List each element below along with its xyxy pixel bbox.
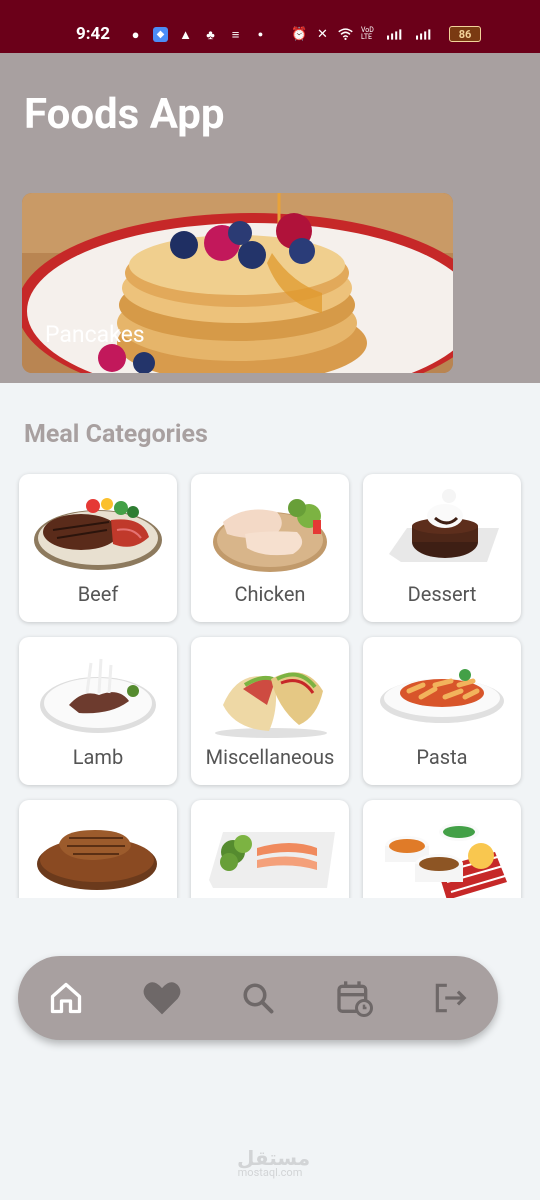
nav-favorites-button[interactable] [140, 976, 184, 1020]
category-label: Chicken [234, 582, 306, 606]
alarm-icon: ⏰ [291, 26, 308, 42]
logout-icon [435, 983, 467, 1013]
tacos-image [215, 672, 327, 738]
category-card-dessert[interactable]: Dessert [363, 474, 521, 622]
featured-meal-card[interactable]: Pancakes [22, 193, 453, 373]
network-type-label: VoD LTE [361, 26, 374, 41]
home-icon [50, 982, 82, 1014]
watermark-latin: mostaql.com [237, 1166, 303, 1179]
category-label: Miscellaneous [205, 745, 335, 769]
category-label: Beef [77, 582, 119, 606]
nav-home-button[interactable] [44, 976, 88, 1020]
steak-plate-image [37, 830, 157, 890]
main-content: Meal Categories Beef Chicken Dessert Lam… [0, 383, 540, 898]
system-icons: ⏰ ✕ VoD LTE 86 [291, 26, 481, 42]
category-label: Pasta [416, 745, 468, 769]
signal-icon-2 [416, 27, 431, 42]
section-title: Meal Categories [24, 420, 208, 449]
status-bar: 9:42 ● ◆ ▲ ♣ ≡ ● ⏰ ✕ VoD LTE 86 [0, 0, 540, 53]
calendar-icon [337, 981, 373, 1017]
side-dishes-image [385, 823, 507, 898]
category-card-lamb[interactable]: Lamb [19, 637, 177, 785]
featured-meal-label: Pancakes [45, 321, 145, 348]
beef-image [34, 498, 162, 570]
category-card-pasta[interactable]: Pasta [363, 637, 521, 785]
sync-icon: ≡ [231, 27, 240, 43]
mute-icon: ✕ [317, 26, 328, 42]
mostaql-watermark: مستقل mostaql.com [237, 1146, 310, 1179]
category-card-9[interactable] [363, 800, 521, 898]
category-grid: Beef Chicken Dessert Lamb Miscellaneous … [19, 474, 521, 898]
app-title: Foods App [24, 90, 225, 139]
app-header: Foods App Pancakes [0, 53, 540, 383]
category-card-8[interactable] [191, 800, 349, 898]
category-card-7[interactable] [19, 800, 177, 898]
pasta-image [380, 669, 504, 723]
category-card-beef[interactable]: Beef [19, 474, 177, 622]
salmon-plate-image [209, 832, 335, 888]
search-icon [243, 983, 274, 1014]
notification-icons: ● ◆ ▲ ♣ ≡ ● [128, 27, 268, 43]
nav-logout-button[interactable] [428, 976, 472, 1020]
chat-icon: ● [131, 27, 140, 43]
battery-indicator: 86 [449, 26, 481, 42]
dot-icon: ● [257, 30, 264, 40]
category-label: Lamb [72, 745, 124, 769]
dessert-image [389, 489, 499, 562]
category-card-miscellaneous[interactable]: Miscellaneous [191, 637, 349, 785]
nav-search-button[interactable] [236, 976, 280, 1020]
heart-icon [143, 982, 181, 1015]
nav-calendar-button[interactable] [332, 976, 376, 1020]
category-card-chicken[interactable]: Chicken [191, 474, 349, 622]
signal-icon-1 [387, 27, 402, 42]
category-label: Dessert [407, 582, 477, 606]
lamb-image [40, 658, 156, 733]
chicken-image [213, 499, 327, 572]
app-notification-icon: ♣ [206, 27, 215, 43]
wifi-icon [338, 27, 353, 42]
bell-icon: ▲ [179, 27, 192, 43]
bottom-navigation [18, 956, 498, 1040]
status-time: 9:42 [76, 24, 111, 44]
android-app-icon: ◆ [153, 27, 168, 42]
